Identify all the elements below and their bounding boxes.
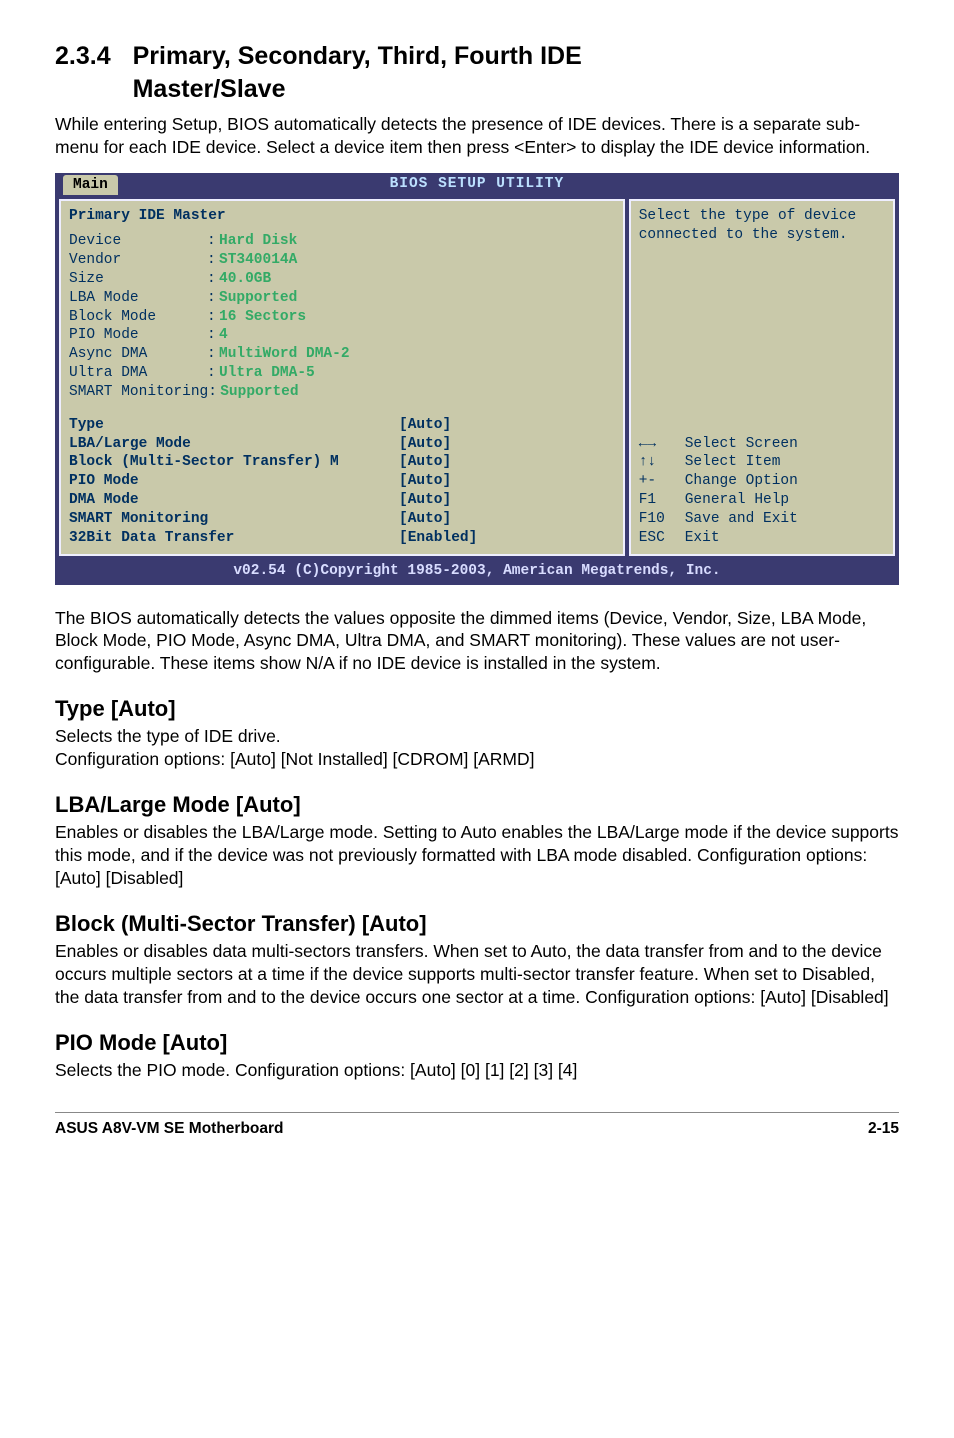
section-number: 2.3.4 bbox=[55, 40, 111, 105]
detected-row: LBA Mode:Supported bbox=[69, 289, 615, 308]
bios-titlebar: Main BIOS SETUP UTILITY bbox=[55, 173, 899, 196]
section-title-line1: Primary, Secondary, Third, Fourth IDE bbox=[133, 40, 582, 73]
help-key-row: F1General Help bbox=[639, 491, 885, 510]
config-row[interactable]: Type[Auto] bbox=[69, 416, 615, 435]
type-line2: Configuration options: [Auto] [Not Insta… bbox=[55, 748, 899, 771]
config-row[interactable]: SMART Monitoring[Auto] bbox=[69, 510, 615, 529]
page-footer: ASUS A8V-VM SE Motherboard 2-15 bbox=[55, 1112, 899, 1139]
help-key-row: ↑↓Select Item bbox=[639, 453, 885, 472]
detected-row: Device:Hard Disk bbox=[69, 232, 615, 251]
bios-help-panel: Select the type of device connected to t… bbox=[629, 199, 895, 555]
block-heading: Block (Multi-Sector Transfer) [Auto] bbox=[55, 910, 899, 939]
help-key-row: ESCExit bbox=[639, 529, 885, 548]
type-line1: Selects the type of IDE drive. bbox=[55, 725, 899, 748]
detected-row: Ultra DMA:Ultra DMA-5 bbox=[69, 364, 615, 383]
lba-heading: LBA/Large Mode [Auto] bbox=[55, 791, 899, 820]
config-row[interactable]: Block (Multi-Sector Transfer) M[Auto] bbox=[69, 453, 615, 472]
bios-footer: v02.54 (C)Copyright 1985-2003, American … bbox=[55, 560, 899, 585]
bios-help-text: Select the type of device connected to t… bbox=[639, 207, 885, 245]
lba-paragraph: Enables or disables the LBA/Large mode. … bbox=[55, 821, 899, 889]
type-heading: Type [Auto] bbox=[55, 695, 899, 724]
bios-window: Main BIOS SETUP UTILITY Primary IDE Mast… bbox=[55, 173, 899, 585]
footer-page-number: 2-15 bbox=[868, 1119, 899, 1139]
bios-title: BIOS SETUP UTILITY bbox=[130, 173, 824, 196]
footer-product: ASUS A8V-VM SE Motherboard bbox=[55, 1119, 284, 1139]
detected-row: Vendor:ST340014A bbox=[69, 251, 615, 270]
detected-row: Block Mode:16 Sectors bbox=[69, 308, 615, 327]
block-paragraph: Enables or disables data multi-sectors t… bbox=[55, 940, 899, 1008]
detected-row: Async DMA:MultiWord DMA-2 bbox=[69, 345, 615, 364]
after-bios-paragraph: The BIOS automatically detects the value… bbox=[55, 607, 899, 675]
config-row[interactable]: PIO Mode[Auto] bbox=[69, 472, 615, 491]
bios-panel-header: Primary IDE Master bbox=[69, 207, 615, 226]
bios-tab-main[interactable]: Main bbox=[63, 175, 118, 196]
help-key-row: ←→Select Screen bbox=[639, 435, 885, 454]
help-key-row: F10Save and Exit bbox=[639, 510, 885, 529]
detected-row: SMART Monitoring: Supported bbox=[69, 383, 615, 402]
section-title-line2: Master/Slave bbox=[133, 73, 582, 106]
detected-row: Size:40.0GB bbox=[69, 270, 615, 289]
pio-heading: PIO Mode [Auto] bbox=[55, 1029, 899, 1058]
config-row[interactable]: 32Bit Data Transfer[Enabled] bbox=[69, 529, 615, 548]
help-key-row: +-Change Option bbox=[639, 472, 885, 491]
pio-paragraph: Selects the PIO mode. Configuration opti… bbox=[55, 1059, 899, 1082]
bios-left-panel: Primary IDE Master Device:Hard Disk Vend… bbox=[59, 199, 625, 555]
intro-paragraph: While entering Setup, BIOS automatically… bbox=[55, 113, 899, 159]
detected-row: PIO Mode:4 bbox=[69, 326, 615, 345]
config-row[interactable]: LBA/Large Mode[Auto] bbox=[69, 435, 615, 454]
config-row[interactable]: DMA Mode[Auto] bbox=[69, 491, 615, 510]
